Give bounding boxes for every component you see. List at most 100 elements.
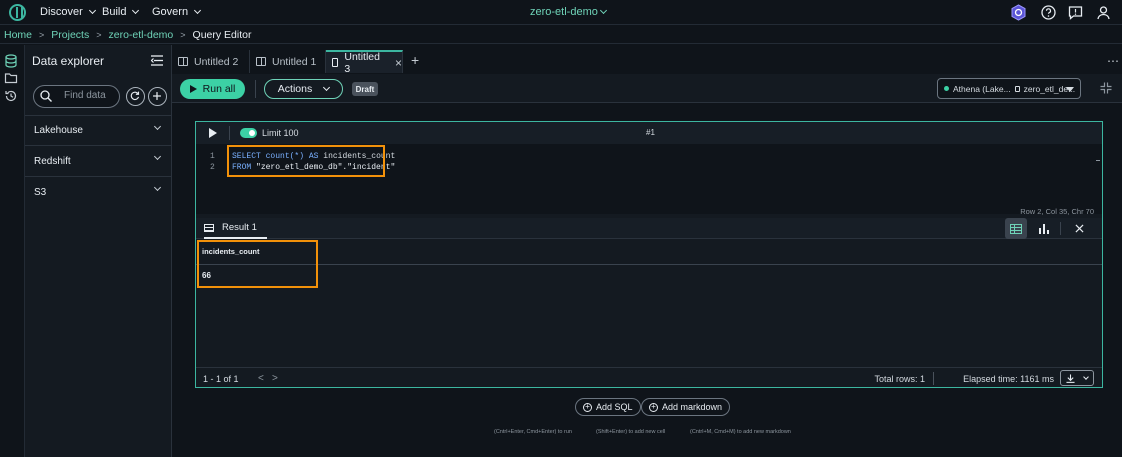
scroll-marker <box>1096 160 1100 161</box>
cell-header: Limit 100 #1 <box>196 122 1102 144</box>
add-markdown-button[interactable]: + Add markdown <box>641 398 731 416</box>
connection-selector[interactable]: Athena (Lake... zero_etl_de... <box>937 78 1081 99</box>
run-all-button[interactable]: Run all <box>180 79 245 99</box>
query-cell[interactable]: Limit 100 #1 12 SELECT count(*) AS incid… <box>195 121 1103 388</box>
chevron-down-icon <box>1083 373 1089 380</box>
add-data-button[interactable] <box>148 87 167 106</box>
database-icon <box>1014 85 1020 92</box>
nav-discover-label[interactable]: Discover <box>40 6 83 18</box>
nav-build-label[interactable]: Build <box>102 6 126 18</box>
notebook-icon <box>332 58 339 67</box>
chart-view-button[interactable] <box>1033 218 1055 239</box>
limit-toggle[interactable] <box>240 128 257 138</box>
table-icon <box>1010 223 1022 234</box>
download-button[interactable] <box>1060 370 1094 386</box>
actions-button[interactable]: Actions <box>264 79 343 99</box>
download-icon <box>1066 373 1075 383</box>
result-tab-label[interactable]: Result 1 <box>222 222 257 233</box>
notebook-icon <box>256 57 266 66</box>
bar-chart-icon <box>1039 223 1049 234</box>
collapse-panel-icon[interactable] <box>151 55 163 66</box>
elapsed-time: Elapsed time: 1161 ms <box>963 374 1054 384</box>
tab-label[interactable]: Untitled 1 <box>272 56 316 68</box>
section-s3[interactable]: S3 <box>25 177 172 208</box>
next-page-icon[interactable]: > <box>272 373 278 384</box>
breadcrumb-current: Query Editor <box>192 28 252 41</box>
chevron-down-icon <box>599 6 607 15</box>
actions-label[interactable]: Actions <box>278 83 312 95</box>
help-icon[interactable] <box>1040 4 1057 21</box>
chevron-down-icon <box>194 6 202 15</box>
draft-badge: Draft <box>352 82 378 96</box>
hint-run: (Cntrl+Enter, Cmd+Enter) to run <box>494 429 572 435</box>
line-number: 2 <box>210 162 215 172</box>
feedback-icon[interactable] <box>1067 4 1084 21</box>
nav-govern[interactable]: Govern <box>152 6 202 18</box>
app-logo-icon[interactable] <box>9 4 26 21</box>
close-tab-icon[interactable]: × <box>395 56 402 70</box>
caret-down-icon <box>1066 87 1074 92</box>
limit-label: Limit 100 <box>262 128 299 138</box>
prev-page-icon[interactable]: < <box>258 373 264 384</box>
table-view-button[interactable] <box>1005 218 1027 239</box>
plus-circle-icon: + <box>649 402 658 412</box>
pagination-label: 1 - 1 of 1 <box>203 374 239 384</box>
chevron-down-icon <box>323 83 331 92</box>
tab-label[interactable]: Untitled 3 <box>344 51 380 75</box>
run-cell-icon[interactable] <box>209 128 217 138</box>
breadcrumb-projects[interactable]: Projects <box>51 29 89 41</box>
nav-build[interactable]: Build <box>102 6 140 18</box>
breadcrumb: Home > Projects > zero-etl-demo > Query … <box>0 26 1122 44</box>
notebook-toolbar: Run all Actions Draft Athena (Lake... ze… <box>172 74 1122 103</box>
play-icon <box>189 85 197 93</box>
tab-result-1[interactable]: Result 1 <box>204 218 267 239</box>
more-options-icon[interactable]: ⋯ <box>1107 54 1120 68</box>
code-highlight-box <box>227 145 385 177</box>
close-icon <box>1074 224 1084 233</box>
result-divider <box>1060 222 1061 235</box>
breadcrumb-project[interactable]: zero-etl-demo <box>108 29 173 41</box>
nav-govern-label[interactable]: Govern <box>152 6 188 18</box>
section-s3-label[interactable]: S3 <box>34 187 46 198</box>
search-input[interactable] <box>64 90 116 101</box>
tab-untitled-3[interactable]: Untitled 3 × <box>326 50 403 75</box>
nav-discover[interactable]: Discover <box>40 6 96 18</box>
add-tab-button[interactable]: + <box>411 52 419 68</box>
find-data-search[interactable] <box>33 85 120 108</box>
close-results-button[interactable] <box>1068 218 1090 239</box>
connection-label[interactable]: Athena (Lake... <box>953 84 1011 94</box>
toolbar-divider <box>255 80 256 98</box>
breadcrumb-separator: > <box>96 29 102 40</box>
section-lakehouse-label[interactable]: Lakehouse <box>34 125 83 136</box>
breadcrumb-home[interactable]: Home <box>4 29 32 41</box>
amazon-q-icon[interactable] <box>1010 4 1027 21</box>
chevron-down-icon <box>88 6 96 15</box>
add-markdown-label[interactable]: Add markdown <box>662 402 722 412</box>
tab-untitled-1[interactable]: Untitled 1 <box>250 50 326 73</box>
refresh-button[interactable] <box>126 87 145 106</box>
section-redshift[interactable]: Redshift <box>25 146 172 177</box>
project-selector[interactable]: zero-etl-demo <box>530 6 607 18</box>
run-all-label[interactable]: Run all <box>203 83 236 95</box>
tab-label[interactable]: Untitled 2 <box>194 56 238 68</box>
user-icon[interactable] <box>1095 4 1112 21</box>
history-icon[interactable] <box>4 89 18 103</box>
hint-markdown: (Cntrl+M, Cmd+M) to add new markdown <box>690 429 791 435</box>
total-rows: Total rows: 1 <box>874 374 925 384</box>
section-lakehouse[interactable]: Lakehouse <box>25 115 172 146</box>
chevron-down-icon <box>153 122 162 131</box>
line-numbers: 12 <box>210 152 215 173</box>
section-redshift-label[interactable]: Redshift <box>34 156 71 167</box>
project-selector-label[interactable]: zero-etl-demo <box>530 6 598 18</box>
cell-number: #1 <box>646 128 655 137</box>
cursor-status: Row 2, Col 35, Chr 70 <box>1020 207 1094 216</box>
tab-untitled-2[interactable]: Untitled 2 <box>172 50 250 73</box>
cell-divider <box>229 126 230 140</box>
add-sql-label[interactable]: Add SQL <box>596 402 633 412</box>
chevron-down-icon <box>153 183 162 192</box>
add-sql-button[interactable]: + Add SQL <box>575 398 641 416</box>
database-icon[interactable] <box>4 54 18 68</box>
collapse-icon[interactable] <box>1100 82 1112 94</box>
folder-icon[interactable] <box>4 71 18 85</box>
notebook-icon <box>178 57 188 66</box>
